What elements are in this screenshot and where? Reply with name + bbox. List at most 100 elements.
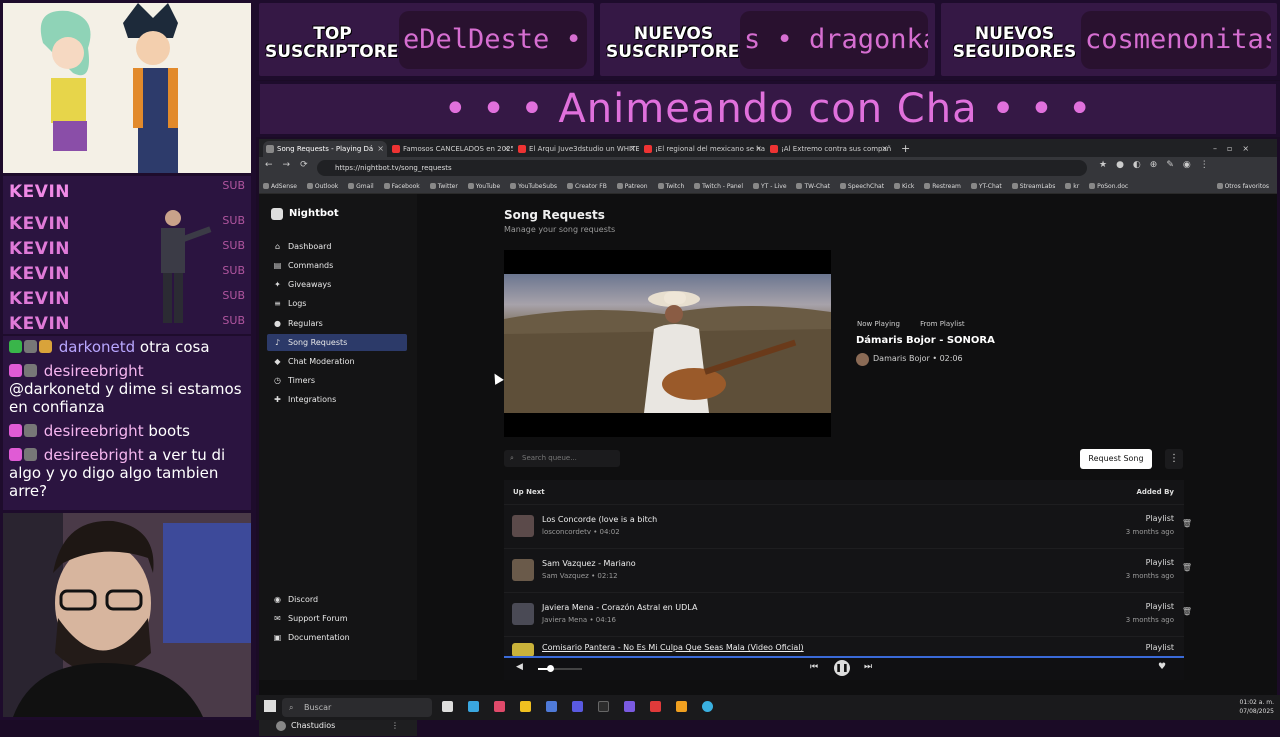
banner-ticker: cosmenonitas [1081, 11, 1271, 69]
tab-youtube-4[interactable]: ¡Al Extremo contra sus compañe × [767, 141, 891, 157]
song-title: Los Concorde (love is a bitch [542, 515, 658, 524]
sidebar-item-chat-moderation[interactable]: ◆ Chat Moderation [267, 353, 407, 370]
url-field[interactable]: https://nightbot.tv/song_requests [317, 160, 1087, 176]
sub-name: KEVIN [9, 239, 70, 259]
search-queue-input[interactable]: ⌕ Search queue... [504, 450, 620, 467]
new-tab-button[interactable]: + [897, 141, 913, 157]
chat-message: desireebright @darkonetd y dime si estam… [9, 362, 245, 416]
sidebar-item-regulars[interactable]: ● Regulars [267, 315, 407, 332]
bookmark[interactable]: Twitch - Panel [694, 179, 743, 193]
trash-icon[interactable]: 🗑 [1182, 607, 1192, 616]
tab-youtube-2[interactable]: El Arqui Juve3dstudio un WHITEN × [515, 141, 639, 157]
tiktok-icon[interactable] [494, 701, 505, 712]
next-icon[interactable]: ⏭ [864, 662, 872, 672]
terminal-icon: ▤ [273, 261, 282, 270]
app-icon[interactable] [650, 701, 661, 712]
sidebar-item-discord[interactable]: ◉ Discord [267, 591, 407, 608]
music-icon: ♪ [274, 338, 281, 347]
bookmark[interactable]: Gmail [348, 179, 374, 193]
new-followers-banner: NUEVOS SEGUIDORES cosmenonitas [941, 3, 1277, 76]
bookmark-label: kr [1073, 183, 1080, 190]
bookmark[interactable]: Twitch [657, 179, 684, 193]
bookmark[interactable]: Creator FB [566, 179, 607, 193]
queue-row[interactable]: Los Concorde (love is a bitch losconcord… [504, 504, 1192, 548]
bookmark[interactable]: PoSon.doc [1089, 179, 1128, 193]
bookmark[interactable]: YouTube [467, 179, 500, 193]
edge-icon[interactable] [468, 701, 479, 712]
bookmark[interactable]: Twitter [429, 179, 458, 193]
bookmark[interactable]: Restream [924, 179, 961, 193]
bookmark[interactable]: SpeechChat [839, 179, 884, 193]
discord-icon[interactable] [624, 701, 635, 712]
sidebar-item-support-forum[interactable]: ✉ Support Forum [267, 610, 407, 627]
windows-start-icon[interactable] [264, 700, 276, 712]
song-thumbnail [512, 515, 534, 537]
app-icon[interactable] [572, 701, 583, 712]
bookmark[interactable]: YT-Chat [970, 179, 1002, 193]
file-explorer-icon[interactable] [520, 701, 531, 712]
extension-icons[interactable]: ★●◐⊕✎◉⋮ [1099, 160, 1218, 170]
bookmark[interactable]: YouTubeSubs [510, 179, 557, 193]
address-bar: ←→⟳⌂ https://nightbot.tv/song_requests ★… [259, 157, 1277, 179]
close-tab-icon[interactable]: × [755, 141, 762, 157]
queue-row[interactable]: Sam Vazquez - Mariano Sam Vazquez • 02:1… [504, 548, 1192, 592]
bookmark-label: Facebook [391, 183, 420, 190]
more-options-button[interactable]: ⋮ [1165, 449, 1183, 469]
store-icon[interactable] [546, 701, 557, 712]
tab-youtube-1[interactable]: Famosos CANCELADOS en 2025 × [389, 141, 513, 157]
anime-characters-art [3, 3, 251, 173]
volume-icon[interactable]: ◀ [516, 662, 523, 672]
sidebar-item-logs[interactable]: ≡ Logs [267, 295, 407, 312]
youtube-favicon-icon [770, 145, 778, 153]
sidebar-item-integrations[interactable]: ✚ Integrations [267, 391, 407, 408]
other-bookmarks[interactable]: Otros favoritos [1210, 179, 1269, 193]
app-icon[interactable] [676, 701, 687, 712]
trash-icon[interactable]: 🗑 [1182, 563, 1192, 572]
bookmark-label: Gmail [356, 183, 374, 190]
sidebar-item-commands[interactable]: ▤ Commands [267, 257, 407, 274]
bookmark[interactable]: YT - Live [752, 179, 787, 193]
check-badge-icon [9, 340, 22, 353]
window-controls[interactable]: –▫× [1211, 141, 1271, 157]
bookmark[interactable]: Kick [893, 179, 914, 193]
trash-icon[interactable]: 🗑 [1182, 519, 1192, 528]
bookmark[interactable]: Outlook [306, 179, 338, 193]
nightbot-logo[interactable]: Nightbot [271, 208, 339, 220]
close-tab-icon[interactable]: × [503, 141, 510, 157]
sidebar-item-label: Timers [288, 376, 316, 385]
video-player[interactable] [504, 250, 831, 437]
sidebar-item-dashboard[interactable]: ⌂ Dashboard [267, 238, 407, 255]
heart-icon[interactable]: ♥ [1158, 662, 1166, 672]
bookmark[interactable]: StreamLabs [1011, 179, 1055, 193]
bookmark[interactable]: AdSense [263, 179, 297, 193]
queue-row[interactable]: Javiera Mena - Corazón Astral en UDLA Ja… [504, 592, 1192, 636]
sidebar-item-documentation[interactable]: ▣ Documentation [267, 629, 407, 646]
obs-icon[interactable] [598, 701, 609, 712]
bookmark[interactable]: Patreon [616, 179, 648, 193]
bookmark[interactable]: TW-Chat [796, 179, 830, 193]
tab-song-requests[interactable]: Song Requests - Playing Dá × [263, 141, 387, 157]
banner-title: NUEVOS SUSCRIPTORES [606, 24, 752, 62]
mod-badge-icon [24, 364, 37, 377]
chrome-icon[interactable] [702, 701, 713, 712]
close-tab-icon[interactable]: × [629, 141, 636, 157]
bookmark[interactable]: kr [1065, 179, 1080, 193]
pause-button[interactable]: ❚❚ [834, 660, 850, 676]
song-title: Comisario Pantera - No Es Mi Culpa Que S… [542, 643, 804, 652]
taskbar-clock[interactable]: 01:02 a. m. 07/08/2025 [1239, 698, 1274, 716]
sub-name: KEVIN [9, 182, 70, 202]
sidebar-item-timers[interactable]: ◷ Timers [267, 372, 407, 389]
previous-icon[interactable]: ⏮ [810, 662, 818, 672]
sidebar-item-giveaways[interactable]: ✦ Giveaways [267, 276, 407, 293]
bookmark[interactable]: Facebook [383, 179, 420, 193]
request-song-button[interactable]: Request Song [1080, 449, 1152, 469]
tab-youtube-3[interactable]: ¡El regional del mexicano se hace × [641, 141, 765, 157]
banner-ticker: s • dragonka [740, 11, 928, 69]
taskbar-search[interactable]: ⌕ Buscar [282, 698, 432, 717]
task-view-icon[interactable] [442, 701, 453, 712]
close-tab-icon[interactable]: × [377, 141, 384, 157]
page-subtitle: Manage your song requests [504, 225, 616, 234]
sidebar-item-song-requests[interactable]: ♪ Song Requests [267, 334, 407, 351]
close-tab-icon[interactable]: × [881, 141, 888, 157]
volume-handle[interactable] [547, 665, 554, 672]
